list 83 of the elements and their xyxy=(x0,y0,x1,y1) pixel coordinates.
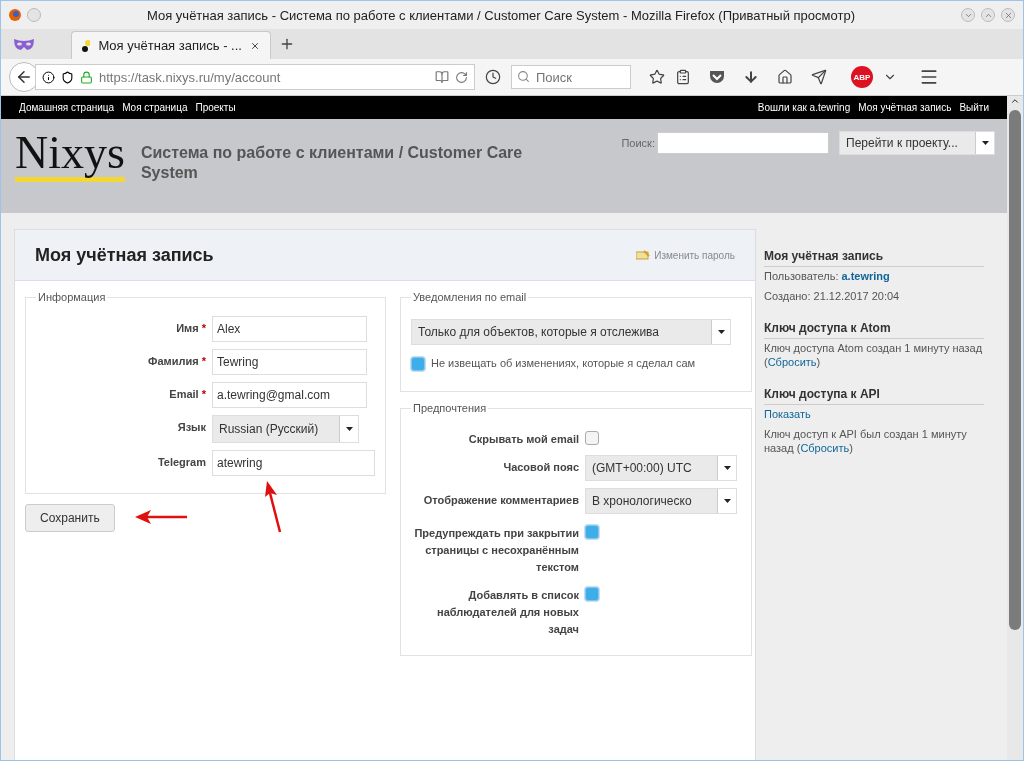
caret-icon xyxy=(345,427,353,431)
caret-icon xyxy=(723,466,731,470)
bookmark-button[interactable] xyxy=(649,69,665,85)
search-label: Поиск: xyxy=(621,137,655,149)
sidebar-link[interactable]: Сбросить xyxy=(767,356,817,368)
favicon-icon xyxy=(82,39,91,52)
field-label: Фамилия * xyxy=(147,354,206,369)
send-button[interactable] xyxy=(811,69,827,85)
field-label: Скрывать мой email xyxy=(467,432,579,447)
top-menu-link[interactable]: Домашняя страница xyxy=(19,102,115,113)
fieldset-legend: Предпочтения xyxy=(411,402,489,414)
arrow-drawing xyxy=(265,481,282,533)
key-icon xyxy=(636,250,651,260)
scroll-up-icon[interactable] xyxy=(1010,96,1020,106)
search-field[interactable]: Поиск xyxy=(511,65,631,89)
top-menu-link[interactable]: Проекты xyxy=(195,102,236,113)
close-button[interactable] xyxy=(1001,8,1015,22)
top-menu-link[interactable]: Моя страница xyxy=(122,102,188,113)
sidebar-link[interactable]: Показать xyxy=(764,408,811,420)
sidebar-link[interactable]: Сбросить xyxy=(800,442,850,454)
window-title: Моя учётная запись - Система по работе с клиентами / Customer Care System - Mozilla Firefox (Приватный просмотр) xyxy=(146,7,856,23)
fieldset-legend: Уведомления по email xyxy=(411,291,529,303)
top-menu-link[interactable]: Моя учётная запись xyxy=(858,102,952,113)
arrow-drawing xyxy=(135,510,187,524)
field-label: Язык xyxy=(176,420,206,435)
sidebar-heading: Ключ доступа к Atom xyxy=(764,321,984,339)
save-button[interactable]: Сохранить xyxy=(25,504,115,532)
sidebar-text: Ключ доступ к API был создан 1 минуту назад (Сбросить) xyxy=(764,427,968,455)
field-label: Добавлять в список наблюдателей для новых задач xyxy=(436,588,579,637)
close-icon xyxy=(1003,10,1013,20)
checkbox[interactable] xyxy=(411,357,425,371)
top-menu-link[interactable]: Вошли как a.tewring xyxy=(757,102,851,113)
project-select[interactable]: Перейти к проекту... xyxy=(839,131,995,155)
site-title: Система по работе с клиентами / Customer Care System xyxy=(140,143,524,183)
caret-icon xyxy=(981,141,989,145)
input-field[interactable]: atewring xyxy=(212,450,375,476)
fieldset-legend: Информация xyxy=(36,291,108,303)
clipboard-button[interactable] xyxy=(675,69,691,85)
mask-icon xyxy=(13,37,35,51)
caret-icon xyxy=(717,330,725,334)
pocket-button[interactable] xyxy=(709,70,725,84)
browser-tab[interactable]: Моя учётная запись - ... xyxy=(71,31,271,59)
sidebar-text: Ключ доступа Atom создан 1 минуту назад (Сбросить) xyxy=(764,341,984,369)
adblock-button[interactable]: ABP xyxy=(851,66,873,88)
preference-select[interactable]: В хронологическо xyxy=(585,488,737,514)
download-button[interactable] xyxy=(743,69,759,85)
sidebar-link[interactable]: a.tewring xyxy=(841,270,890,282)
language-select[interactable]: Russian (Русский) xyxy=(212,415,359,443)
history-button[interactable] xyxy=(485,69,501,85)
search-field[interactable] xyxy=(657,132,829,154)
field-label: Предупреждать при закрытии страницы с несохранённым текстом xyxy=(413,526,579,575)
shield-icon[interactable] xyxy=(61,70,74,84)
reader-icon[interactable] xyxy=(435,70,449,84)
field-label: Telegram xyxy=(156,455,206,470)
checkbox[interactable] xyxy=(585,525,599,539)
field-label: Отображение комментариев xyxy=(422,493,579,508)
checkbox[interactable] xyxy=(585,587,599,601)
sidebar-heading: Ключ доступа к API xyxy=(764,387,984,405)
page-title: Моя учётная запись xyxy=(35,244,214,266)
sidebar-heading: Моя учётная запись xyxy=(764,249,984,267)
checkbox[interactable] xyxy=(585,431,599,445)
sidebar-text: Создано: 21.12.2017 20:04 xyxy=(764,289,901,303)
field-label: Имя * xyxy=(175,321,206,336)
checkbox-label: Не извещать об изменениях, которые я сделал сам xyxy=(431,356,696,369)
top-menu-link[interactable]: Выйти xyxy=(959,102,989,113)
preference-select[interactable]: (GMT+00:00) UTC xyxy=(585,455,737,481)
menu-button[interactable] xyxy=(919,67,939,87)
home-button[interactable] xyxy=(777,69,793,85)
input-field[interactable]: Tewring xyxy=(212,349,367,375)
notification-select[interactable]: Только для объектов, которые я отслежива xyxy=(411,319,731,345)
lock-icon xyxy=(80,70,93,84)
field-label: Email * xyxy=(168,387,206,402)
address-bar[interactable]: https://task.nixys.ru/my/account xyxy=(35,64,475,90)
reload-icon[interactable] xyxy=(455,70,468,84)
input-field[interactable]: Alex xyxy=(212,316,367,342)
new-tab-button[interactable] xyxy=(279,36,295,52)
info-icon[interactable] xyxy=(42,70,55,84)
field-label: Часовой пояс xyxy=(502,460,579,475)
input-field[interactable]: a.tewring@gmal.com xyxy=(212,382,367,408)
site-logo[interactable]: Nixys xyxy=(15,131,125,182)
firefox-icon xyxy=(9,9,21,21)
caret-icon xyxy=(723,499,731,503)
sidebar-text: Пользователь: a.tewring xyxy=(764,269,891,283)
